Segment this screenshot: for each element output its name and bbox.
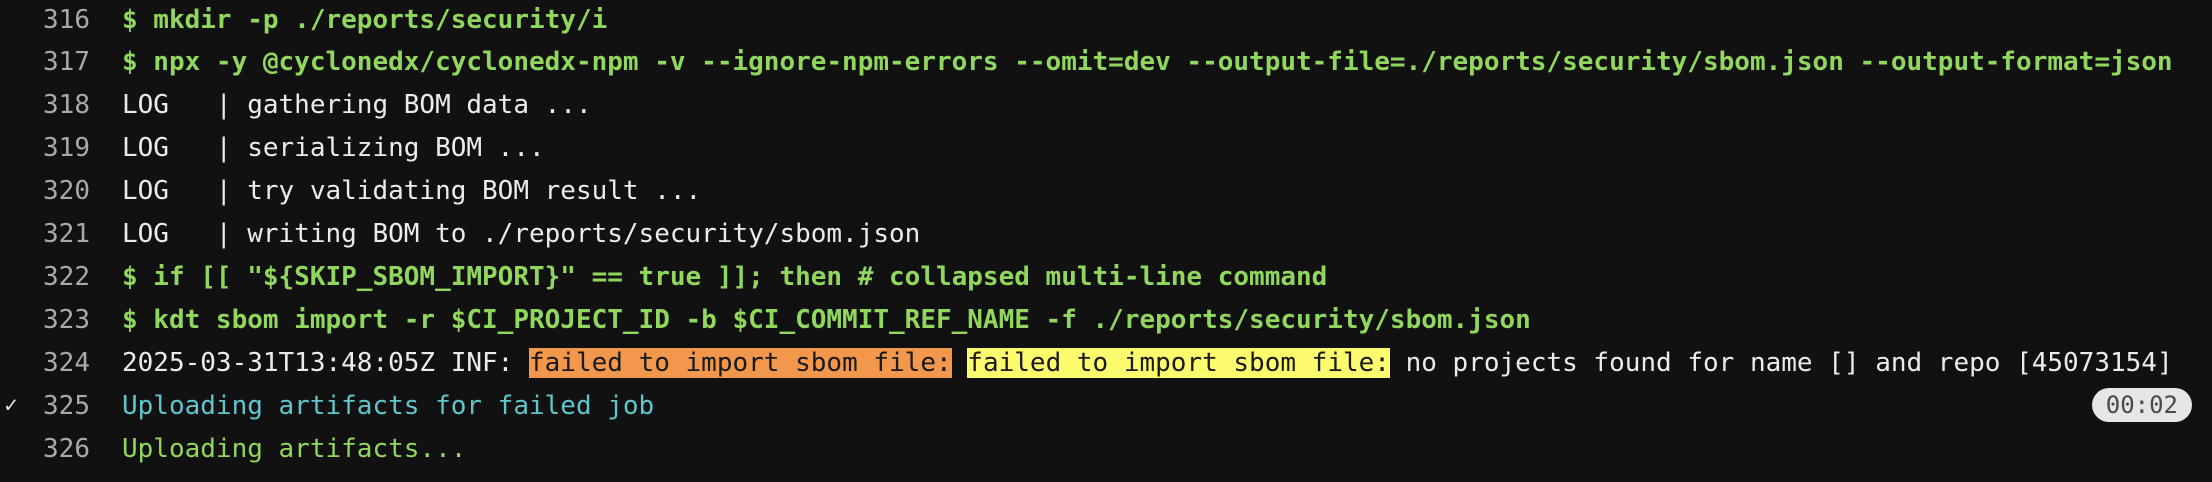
- log-text: Uploading artifacts for failed job: [122, 390, 655, 421]
- error-highlight-yellow: failed to import sbom file:: [967, 347, 1390, 378]
- line-number[interactable]: 317: [20, 47, 122, 77]
- line-number[interactable]: 318: [20, 90, 122, 120]
- line-number[interactable]: 320: [20, 176, 122, 206]
- log-text: $ mkdir -p ./reports/security/i: [122, 5, 608, 35]
- line-number[interactable]: 326: [20, 434, 122, 464]
- line-number[interactable]: 316: [20, 5, 122, 35]
- line-number[interactable]: 324: [20, 348, 122, 378]
- error-highlight-orange: failed to import sbom file:: [529, 347, 952, 378]
- log-text: $ npx -y @cyclonedx/cyclonedx-npm -v --i…: [122, 46, 2173, 77]
- log-text: LOG | try validating BOM result ...: [122, 175, 702, 206]
- log-suffix: no projects found for name [] and repo […: [1389, 347, 2173, 378]
- log-text: 2025-03-31T13:48:05Z INF: failed to impo…: [122, 347, 2173, 378]
- line-number[interactable]: 325: [20, 391, 122, 421]
- log-text: LOG | gathering BOM data ...: [122, 89, 592, 120]
- line-number[interactable]: 319: [20, 133, 122, 163]
- line-number[interactable]: 322: [20, 262, 122, 292]
- log-text: LOG | writing BOM to ./reports/security/…: [122, 218, 921, 249]
- line-number[interactable]: 323: [20, 305, 122, 335]
- log-line-324[interactable]: 324 2025-03-31T13:48:05Z INF: failed to …: [0, 341, 2212, 384]
- line-number[interactable]: 321: [20, 219, 122, 249]
- log-line-316[interactable]: 316 $ mkdir -p ./reports/security/i: [0, 0, 2212, 40]
- log-text: LOG | serializing BOM ...: [122, 132, 545, 163]
- log-text: Uploading artifacts...: [122, 433, 467, 464]
- check-icon: ✓: [4, 393, 18, 418]
- log-line-320[interactable]: 320 LOG | try validating BOM result ...: [0, 169, 2212, 212]
- log-line-321[interactable]: 321 LOG | writing BOM to ./reports/secur…: [0, 212, 2212, 255]
- log-prefix: 2025-03-31T13:48:05Z INF:: [122, 347, 529, 378]
- log-line-318[interactable]: 318 LOG | gathering BOM data ...: [0, 83, 2212, 126]
- log-line-325[interactable]: ✓ 325 Uploading artifacts for failed job…: [0, 384, 2212, 427]
- log-line-326[interactable]: 326 Uploading artifacts...: [0, 427, 2212, 470]
- log-line-323[interactable]: 323 $ kdt sbom import -r $CI_PROJECT_ID …: [0, 298, 2212, 341]
- log-line-319[interactable]: 319 LOG | serializing BOM ...: [0, 126, 2212, 169]
- log-text: $ if [[ "${SKIP_SBOM_IMPORT}" == true ]]…: [122, 261, 1328, 292]
- log-text: $ kdt sbom import -r $CI_PROJECT_ID -b $…: [122, 304, 1531, 335]
- section-duration-badge: 00:02: [2091, 388, 2192, 422]
- log-line-322[interactable]: 322 $ if [[ "${SKIP_SBOM_IMPORT}" == tru…: [0, 255, 2212, 298]
- log-line-317[interactable]: 317 $ npx -y @cyclonedx/cyclonedx-npm -v…: [0, 40, 2212, 83]
- job-log: 316 $ mkdir -p ./reports/security/i 317 …: [0, 0, 2212, 482]
